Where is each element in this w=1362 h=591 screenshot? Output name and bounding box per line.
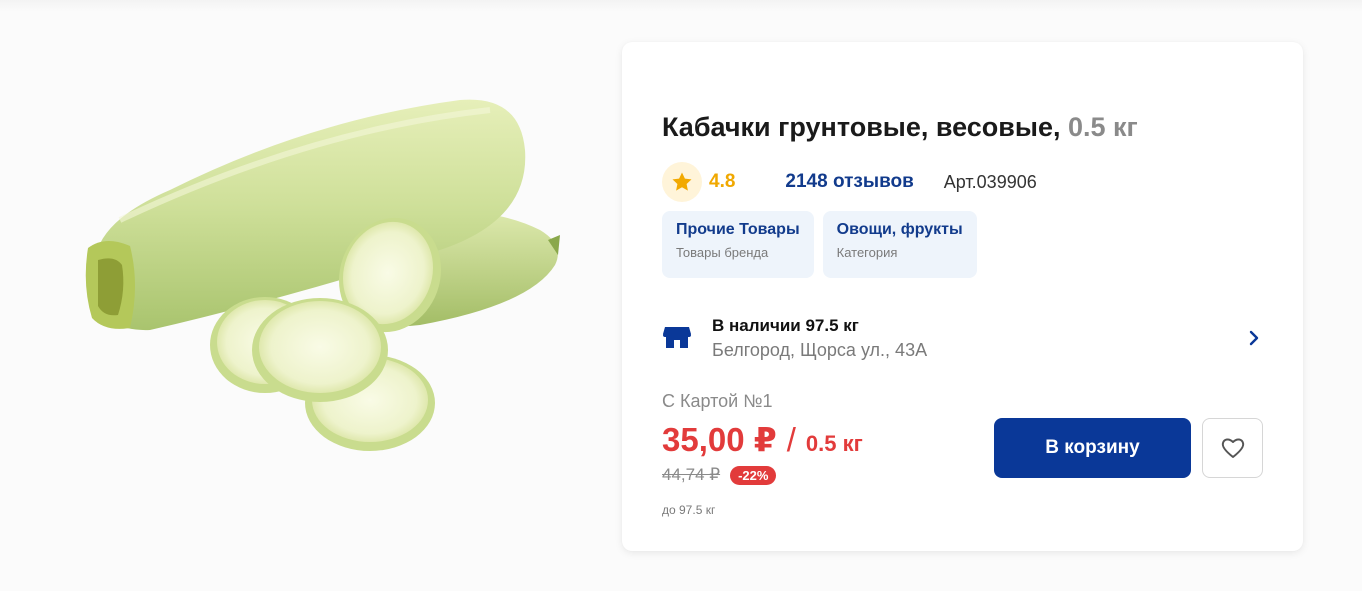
chip-category[interactable]: Овощи, фрукты Категория: [822, 211, 977, 278]
header-shadow: [0, 0, 1362, 12]
add-to-cart-button[interactable]: В корзину: [994, 418, 1191, 478]
rating-value: 4.8: [709, 171, 736, 192]
article-number: Арт.039906: [943, 171, 1037, 192]
chip-subtitle: Товары бренда: [676, 245, 769, 260]
rating-row: 4.8 2148 отзывов Арт.039906: [662, 162, 1037, 202]
product-chips: Прочие Товары Товары бренда Овощи, фрукт…: [662, 211, 977, 278]
store-icon: [663, 327, 691, 348]
chip-title: Прочие Товары: [676, 221, 800, 238]
product-weight: 0.5 кг: [1067, 112, 1138, 142]
current-price: 35,00 ₽: [662, 421, 777, 458]
old-price: 44,74 ₽: [662, 465, 721, 484]
store-address: Белгород, Щорса ул., 43А: [712, 340, 928, 360]
chip-title: Овощи, фрукты: [836, 221, 963, 238]
chip-subtitle: Категория: [836, 245, 898, 260]
product-image: [85, 99, 560, 451]
reviews-link[interactable]: 2148 отзывов: [785, 171, 913, 193]
price-separator: /: [786, 421, 796, 458]
heart-icon: [1221, 438, 1244, 458]
star-icon: [662, 162, 702, 202]
stock-title: В наличии 97.5 кг: [712, 316, 859, 335]
old-price-row: 44,74 ₽ -22%: [662, 465, 777, 485]
quantity-limit: до 97.5 кг: [662, 503, 716, 517]
discount-badge: -22%: [730, 465, 777, 485]
chevron-right-icon[interactable]: [1246, 328, 1262, 348]
chip-brand[interactable]: Прочие Товары Товары бренда: [662, 211, 814, 278]
stock-availability[interactable]: В наличии 97.5 кг Белгород, Щорса ул., 4…: [662, 312, 1262, 364]
product-title-text: Кабачки грунтовые, весовые,: [662, 112, 1061, 142]
price-unit: 0.5 кг: [805, 431, 863, 456]
favorite-button[interactable]: [1202, 418, 1263, 478]
loyalty-card-label: С Картой №1: [662, 391, 773, 411]
product-card: Кабачки грунтовые, весовые, 0.5 кг 4.8 2…: [622, 42, 1303, 551]
product-title: Кабачки грунтовые, весовые, 0.5 кг: [662, 112, 1138, 143]
price-row: 35,00 ₽ / 0.5 кг: [662, 420, 863, 459]
